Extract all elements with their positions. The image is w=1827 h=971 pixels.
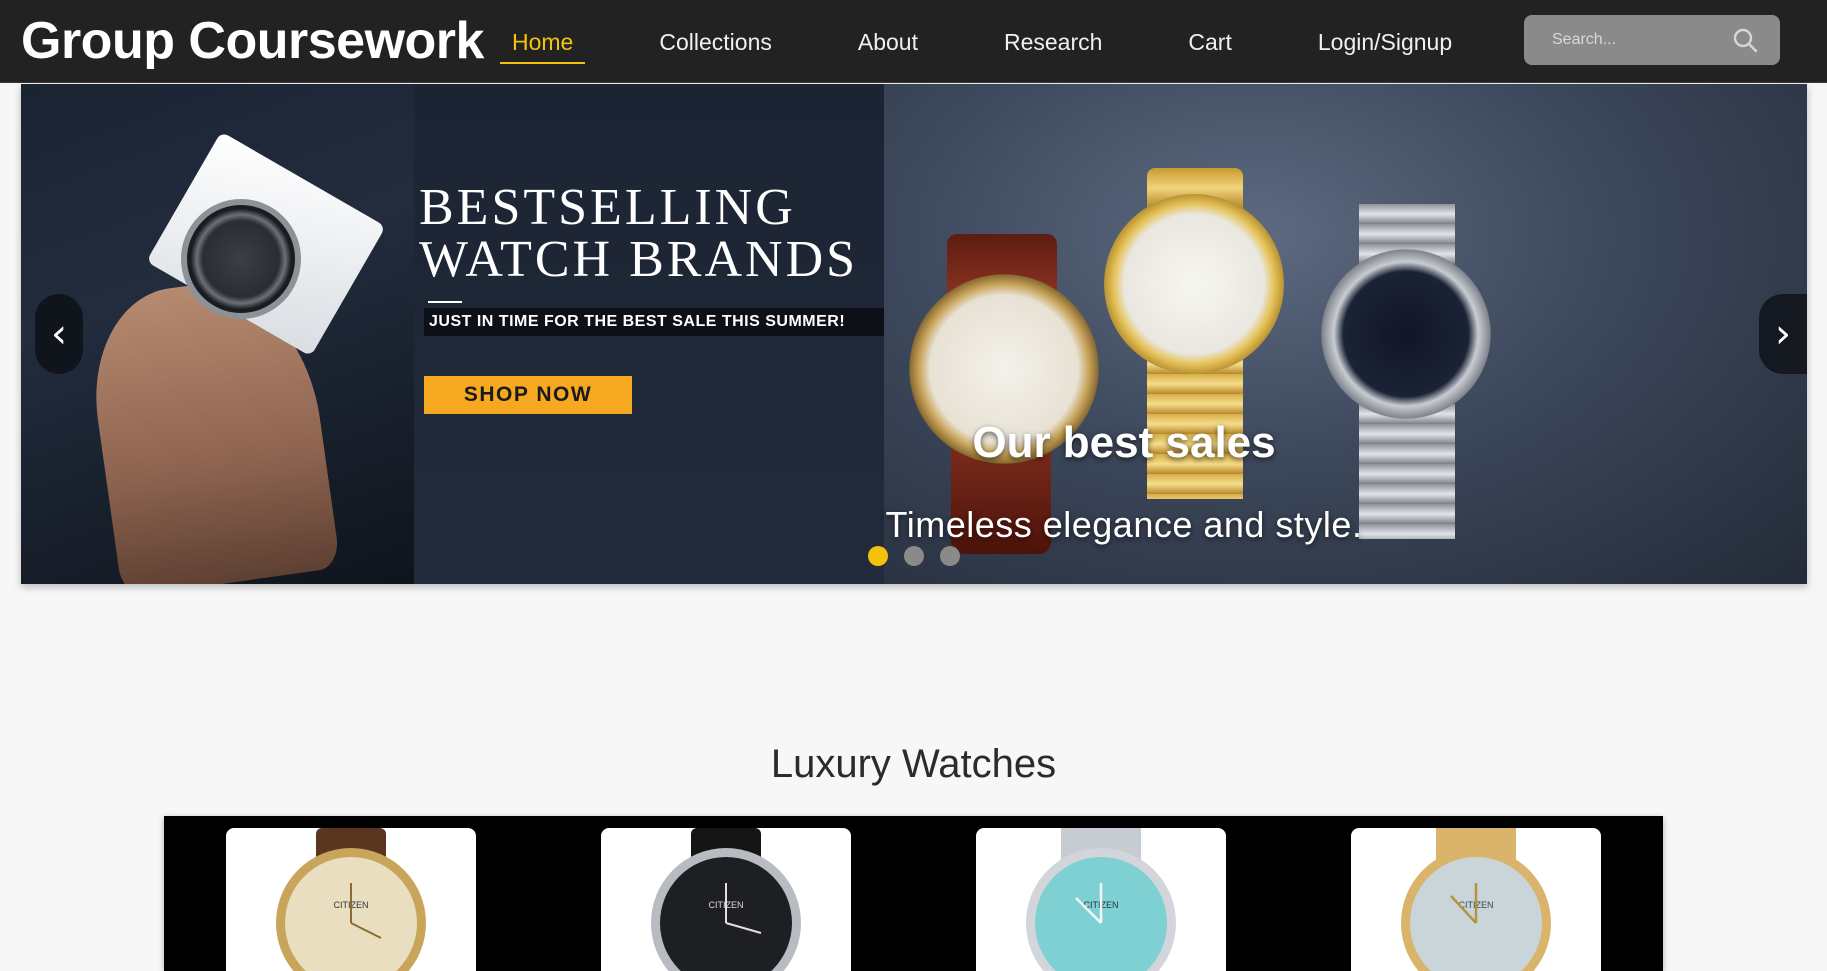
carousel-dot-1[interactable]	[868, 546, 888, 566]
search-box	[1524, 15, 1780, 65]
nav-collections[interactable]: Collections	[647, 22, 784, 62]
promo-divider	[428, 301, 462, 303]
hero-carousel: BESTSELLING WATCH BRANDS JUST IN TIME FO…	[21, 84, 1807, 584]
main-nav: Home Collections About Research Cart Log…	[500, 0, 1526, 83]
product-card[interactable]: CITIZEN	[601, 828, 851, 971]
carousel-indicators	[868, 546, 976, 566]
watch-image: CITIZEN	[1401, 828, 1551, 971]
watch-image: CITIZEN	[276, 828, 426, 971]
nav-login-signup[interactable]: Login/Signup	[1306, 22, 1464, 62]
nav-research[interactable]: Research	[992, 22, 1114, 62]
carousel-dot-3[interactable]	[940, 546, 960, 566]
carousel-prev-button[interactable]: ‹	[35, 294, 83, 374]
search-icon[interactable]	[1732, 27, 1758, 53]
product-card[interactable]: CITIZEN	[1351, 828, 1601, 971]
nav-cart[interactable]: Cart	[1176, 22, 1243, 62]
site-brand[interactable]: Group Coursework	[21, 12, 484, 70]
promo-title-line2: WATCH BRANDS	[419, 231, 859, 288]
gold-watch-image	[1104, 194, 1284, 374]
carousel-next-button[interactable]: ›	[1759, 294, 1807, 374]
carousel-dot-2[interactable]	[904, 546, 924, 566]
promo-title: BESTSELLING WATCH BRANDS	[419, 182, 858, 286]
product-card[interactable]: CITIZEN	[226, 828, 476, 971]
shop-now-button[interactable]: SHOP NOW	[424, 376, 632, 414]
product-card[interactable]: CITIZEN	[976, 828, 1226, 971]
watch-image: CITIZEN	[651, 828, 801, 971]
carousel-caption-title: Our best sales	[972, 418, 1276, 467]
top-navbar: Group Coursework Home Collections About …	[0, 0, 1827, 83]
digital-analog-watch-image	[1321, 249, 1491, 419]
promo-subtitle: JUST IN TIME FOR THE BEST SALE THIS SUMM…	[424, 308, 884, 336]
carousel-caption-text: Timeless elegance and style.	[885, 504, 1363, 545]
search-input[interactable]	[1524, 31, 1724, 49]
watch-image: CITIZEN	[1026, 828, 1176, 971]
promo-title-line1: BESTSELLING	[419, 179, 796, 236]
product-carousel: CITIZEN CITIZEN CITIZEN CITIZ	[164, 816, 1663, 971]
section-title: Luxury Watches	[770, 742, 1057, 786]
nav-about[interactable]: About	[846, 22, 930, 62]
hero-wristwatch-image	[181, 199, 301, 319]
nav-home[interactable]: Home	[500, 22, 586, 64]
